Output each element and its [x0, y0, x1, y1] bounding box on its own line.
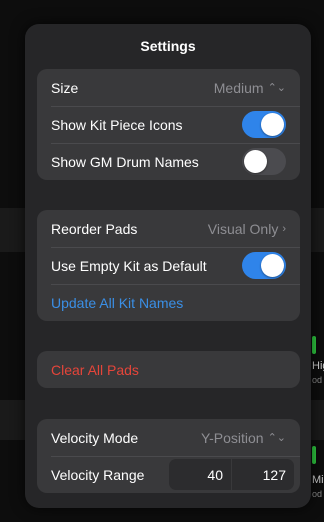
- updown-chevron-icon: ⌃⌄: [267, 82, 286, 94]
- toggle-knob: [261, 113, 284, 136]
- show-kit-piece-icons-toggle[interactable]: [242, 111, 286, 138]
- kit-settings-group: Reorder Pads Visual Only › Use Empty Kit…: [37, 210, 300, 321]
- background-pad-sublabel: od: [312, 489, 323, 499]
- display-settings-group: Size Medium ⌃⌄ Show Kit Piece Icons Show…: [37, 69, 300, 180]
- reorder-pads-row[interactable]: Reorder Pads Visual Only ›: [37, 210, 300, 247]
- velocity-range-label: Velocity Range: [51, 466, 145, 483]
- update-all-kit-names-row[interactable]: Update All Kit Names: [37, 284, 300, 321]
- velocity-range-row: Velocity Range 40 127: [37, 456, 300, 493]
- popover-title: Settings: [140, 38, 196, 54]
- reorder-pads-value: Visual Only: [207, 220, 279, 237]
- velocity-settings-group: Velocity Mode Y-Position ⌃⌄ Velocity Ran…: [37, 419, 300, 493]
- velocity-mode-label: Velocity Mode: [51, 429, 139, 446]
- use-empty-kit-toggle[interactable]: [242, 252, 286, 279]
- use-empty-kit-row: Use Empty Kit as Default: [37, 247, 300, 284]
- update-all-kit-names-button[interactable]: Update All Kit Names: [51, 295, 183, 311]
- toggle-knob: [261, 254, 284, 277]
- settings-popover: Settings Size Medium ⌃⌄ Show Kit Piece I…: [25, 24, 311, 508]
- background-pad-indicator: [312, 336, 316, 354]
- background-pad-indicator: [312, 446, 316, 464]
- velocity-mode-row[interactable]: Velocity Mode Y-Position ⌃⌄: [37, 419, 300, 456]
- background-pad-sublabel: od: [312, 375, 323, 385]
- clear-all-pads-row[interactable]: Clear All Pads: [37, 351, 300, 388]
- size-label: Size: [51, 79, 79, 96]
- show-gm-drum-names-toggle[interactable]: [242, 148, 286, 175]
- toggle-knob: [244, 150, 267, 173]
- show-gm-drum-names-label: Show GM Drum Names: [51, 153, 199, 170]
- show-kit-piece-icons-row: Show Kit Piece Icons: [37, 106, 300, 143]
- use-empty-kit-label: Use Empty Kit as Default: [51, 257, 207, 274]
- clear-group: Clear All Pads: [37, 351, 300, 388]
- show-gm-drum-names-row: Show GM Drum Names: [37, 143, 300, 180]
- velocity-max-field[interactable]: 127: [232, 459, 294, 490]
- velocity-mode-value[interactable]: Y-Position: [201, 430, 264, 446]
- size-row[interactable]: Size Medium ⌃⌄: [37, 69, 300, 106]
- background-pad-label: Hig: [312, 360, 324, 372]
- chevron-right-icon: ›: [282, 222, 286, 235]
- clear-all-pads-button[interactable]: Clear All Pads: [51, 362, 139, 378]
- show-kit-piece-icons-label: Show Kit Piece Icons: [51, 116, 183, 133]
- updown-chevron-icon: ⌃⌄: [267, 432, 286, 444]
- background-pad-label: Mi: [312, 474, 324, 486]
- velocity-min-field[interactable]: 40: [169, 459, 231, 490]
- reorder-pads-label: Reorder Pads: [51, 220, 138, 237]
- size-value[interactable]: Medium: [214, 80, 264, 96]
